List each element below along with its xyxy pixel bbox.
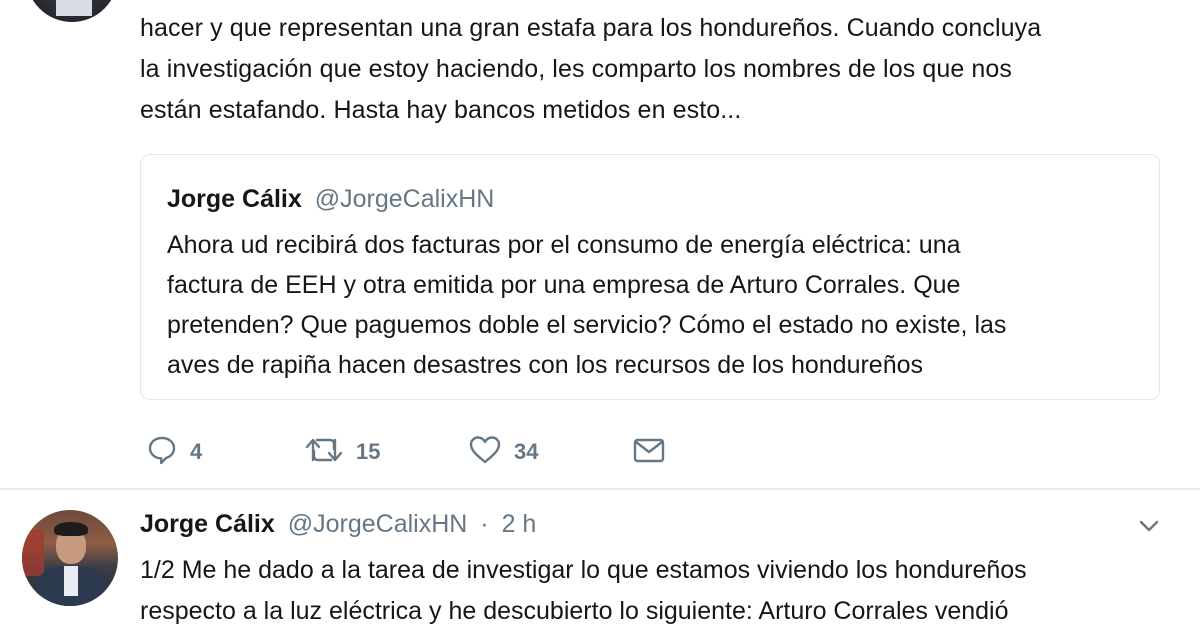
chevron-down-icon[interactable] [1137, 514, 1161, 538]
reply-button[interactable]: 4 [146, 428, 202, 472]
quoted-tweet[interactable]: Jorge Cálix @JorgeCalixHN Ahora ud recib… [140, 154, 1160, 400]
avatar[interactable] [22, 510, 118, 606]
tweet-timestamp[interactable]: 2 h [502, 510, 537, 538]
retweet-button[interactable]: 15 [304, 428, 380, 472]
avatar[interactable] [26, 0, 118, 22]
timeline: hacer y que representan una gran estafa … [0, 0, 1200, 630]
quoted-author-name[interactable]: Jorge Cálix [167, 185, 302, 213]
envelope-icon [632, 434, 666, 466]
reply-count: 4 [190, 439, 203, 464]
tweet-text: 1/2 Me he dado a la tarea de investigar … [140, 556, 1027, 625]
retweet-count: 15 [356, 439, 381, 464]
separator-dot: · [480, 510, 489, 538]
quoted-author-handle[interactable]: @JorgeCalixHN [315, 185, 495, 213]
direct-message-button[interactable] [632, 428, 666, 472]
author-name[interactable]: Jorge Cálix [140, 510, 275, 538]
retweet-icon [304, 434, 344, 466]
tweet-actions: 4 15 34 [140, 428, 700, 472]
quoted-tweet-header: Jorge Cálix @JorgeCalixHN [167, 185, 494, 214]
like-count: 34 [514, 439, 539, 464]
reply-icon [146, 434, 178, 466]
tweet-text: hacer y que representan una gran estafa … [140, 14, 1042, 124]
tweet-header: Jorge Cálix @JorgeCalixHN · 2 h [140, 510, 536, 539]
quoted-tweet-text: Ahora ud recibirá dos facturas por el co… [167, 231, 1007, 379]
tweet[interactable]: Jorge Cálix @JorgeCalixHN · 2 h 1/2 Me h… [0, 490, 1200, 630]
author-handle[interactable]: @JorgeCalixHN [288, 510, 468, 538]
tweet[interactable]: hacer y que representan una gran estafa … [0, 0, 1200, 488]
like-button[interactable]: 34 [468, 428, 538, 472]
heart-icon [468, 434, 502, 466]
